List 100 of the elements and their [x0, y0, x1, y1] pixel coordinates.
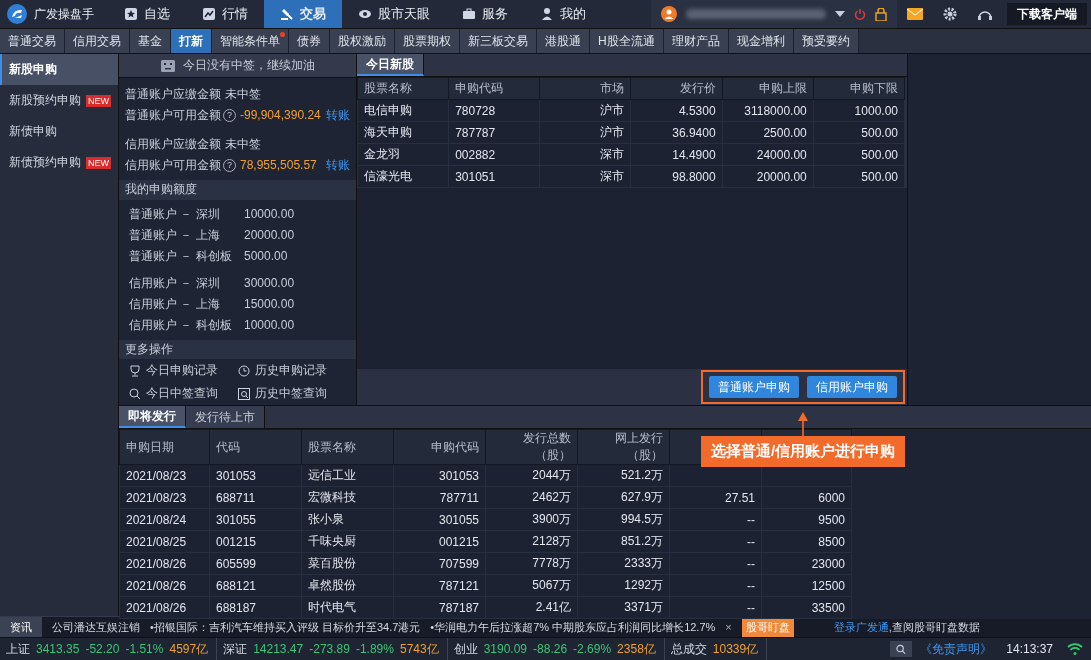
- table-tab[interactable]: 今日新股: [357, 54, 424, 76]
- index-change: -88.26: [533, 642, 568, 656]
- subscribe-button[interactable]: 信用账户申购: [807, 376, 897, 398]
- sub-tab[interactable]: 债券: [289, 29, 330, 53]
- sub-tab[interactable]: 基金: [130, 29, 171, 53]
- quota-label: 普通账户 － 科创板: [129, 247, 233, 265]
- sub-tab[interactable]: 普通交易: [0, 29, 65, 53]
- avatar-icon[interactable]: [661, 6, 677, 22]
- sidebar-item[interactable]: 新债申购: [0, 116, 118, 147]
- column-header[interactable]: 发行总数（股）: [485, 429, 578, 465]
- transfer-link[interactable]: 转账: [326, 106, 350, 124]
- news-headline[interactable]: 公司潘达互娱注销: [52, 619, 140, 635]
- close-button[interactable]: ×: [725, 621, 732, 633]
- total-volume-label: 总成交: [670, 640, 707, 658]
- dropdown-caret-icon[interactable]: [835, 11, 845, 17]
- table-tab[interactable]: 发行待上市: [186, 406, 265, 428]
- sub-tab[interactable]: 新三板交易: [460, 29, 537, 53]
- search-doc-icon: [237, 387, 250, 400]
- column-header[interactable]: 市场: [539, 77, 631, 100]
- table-cell: 2021/08/24: [119, 508, 210, 531]
- quota-value: 15000.00: [244, 297, 295, 311]
- table-cell: 电信申购: [357, 99, 449, 122]
- column-header[interactable]: 申购代码: [393, 429, 486, 465]
- nav-tab[interactable]: 自选: [108, 0, 186, 28]
- sub-tab[interactable]: 理财产品: [663, 29, 729, 53]
- sub-tab[interactable]: 港股通: [537, 29, 590, 53]
- new-badge: NEW: [86, 156, 111, 169]
- sub-tab[interactable]: H股全流通: [590, 29, 664, 53]
- clock-time: 14:13:37: [1006, 642, 1053, 656]
- index-price: 3413.35: [36, 642, 80, 656]
- quota-label: 普通账户 － 上海: [129, 226, 221, 244]
- sub-tab[interactable]: 现金增利: [728, 29, 794, 53]
- sad-face-icon: [160, 59, 175, 72]
- column-header[interactable]: 代码: [209, 429, 302, 465]
- news-label: 资讯: [0, 616, 42, 638]
- logo-icon: [6, 3, 28, 25]
- column-header[interactable]: 申购下限: [813, 77, 905, 100]
- table-cell: 2021/08/26: [119, 552, 210, 575]
- person-icon: [540, 7, 554, 21]
- operation-link[interactable]: 历史申购记录: [237, 361, 346, 380]
- briefcase-icon: [462, 7, 476, 21]
- operation-link[interactable]: 今日申购记录: [129, 361, 238, 380]
- sub-tab[interactable]: 智能条件单: [212, 29, 289, 53]
- index-name: 深证: [223, 640, 248, 658]
- headset-icon[interactable]: [977, 8, 993, 20]
- settings-icon[interactable]: [943, 7, 957, 21]
- nav-tab[interactable]: 行情: [186, 0, 264, 28]
- column-header[interactable]: 股票名称: [357, 77, 449, 100]
- fund-value: -99,904,390.24: [240, 108, 322, 123]
- sub-tab[interactable]: 信用交易: [65, 29, 130, 53]
- quota-label: 普通账户 － 深圳: [129, 205, 221, 223]
- notice-text: 今日没有中签，继续加油: [182, 57, 315, 74]
- column-header[interactable]: 发行价: [630, 77, 723, 100]
- column-header[interactable]: 申购上限: [722, 77, 814, 100]
- column-header[interactable]: 网上发行（股）: [577, 429, 670, 465]
- column-header[interactable]: 股票名称: [301, 429, 394, 465]
- table-tab[interactable]: 即将发行: [119, 406, 186, 428]
- power-icon[interactable]: [854, 8, 866, 20]
- nav-tab[interactable]: 我的: [524, 0, 602, 28]
- lock-icon[interactable]: [875, 7, 887, 21]
- sub-tab[interactable]: 预受要约: [793, 29, 859, 53]
- operation-link[interactable]: 今日中签查询: [129, 384, 238, 403]
- sub-tab[interactable]: 股票期权: [395, 29, 460, 53]
- login-hint-text: ,查阅股哥盯盘数据: [888, 619, 980, 635]
- nav-tab[interactable]: 股市天眼: [342, 0, 446, 28]
- quota-value: 10000.00: [244, 207, 295, 221]
- gavel-icon: [280, 7, 294, 21]
- news-headline[interactable]: •招银国际：吉利汽车维持买入评级 目标价升至34.7港元: [150, 619, 421, 635]
- disclaimer-link[interactable]: 《免责声明》: [920, 640, 993, 658]
- column-header[interactable]: 申购代码: [448, 77, 540, 100]
- table-cell: 金龙羽: [357, 143, 449, 166]
- subscribe-button[interactable]: 普通账户申购: [709, 376, 799, 398]
- quota-value: 20000.00: [244, 228, 295, 242]
- sidebar-item[interactable]: 新股预约申购 NEW: [0, 85, 118, 116]
- column-header[interactable]: 申购日期: [119, 429, 210, 465]
- wifi-icon: [1067, 643, 1083, 655]
- index-name: 创业: [453, 640, 478, 658]
- operation-link[interactable]: 历史中签查询: [237, 384, 346, 403]
- quota-value: 30000.00: [244, 276, 295, 290]
- total-volume: 10339亿: [712, 640, 759, 658]
- fund-label: 信用账户应缴金额: [125, 135, 222, 153]
- quota-label: 信用账户 － 深圳: [129, 274, 221, 292]
- news-headline[interactable]: •华润电力午后拉涨超7% 中期股东应占利润同比增长12.7%: [430, 619, 716, 635]
- sub-tab[interactable]: 股权激励: [330, 29, 395, 53]
- search-button[interactable]: [890, 641, 913, 657]
- download-client-button[interactable]: 下载客户端: [1007, 3, 1087, 25]
- sidebar-item[interactable]: 新股申购: [0, 54, 118, 85]
- eye-icon: [358, 7, 372, 21]
- section-header: 更多操作: [119, 339, 356, 359]
- index-percent: -1.51%: [125, 642, 164, 656]
- sub-tab[interactable]: 打新: [171, 29, 212, 53]
- transfer-link[interactable]: 转账: [326, 156, 350, 174]
- login-link[interactable]: 登录广发通: [833, 619, 889, 635]
- quota-value: 5000.00: [244, 249, 288, 263]
- nav-tab[interactable]: 交易: [264, 0, 342, 28]
- sidebar-item[interactable]: 新债预约申购 NEW: [0, 147, 118, 178]
- nav-tab[interactable]: 服务: [446, 0, 524, 28]
- quota-label: 信用账户 － 上海: [129, 295, 221, 313]
- callout-label: 选择普通/信用账户进行申购: [701, 436, 906, 467]
- search-icon: [129, 387, 141, 400]
